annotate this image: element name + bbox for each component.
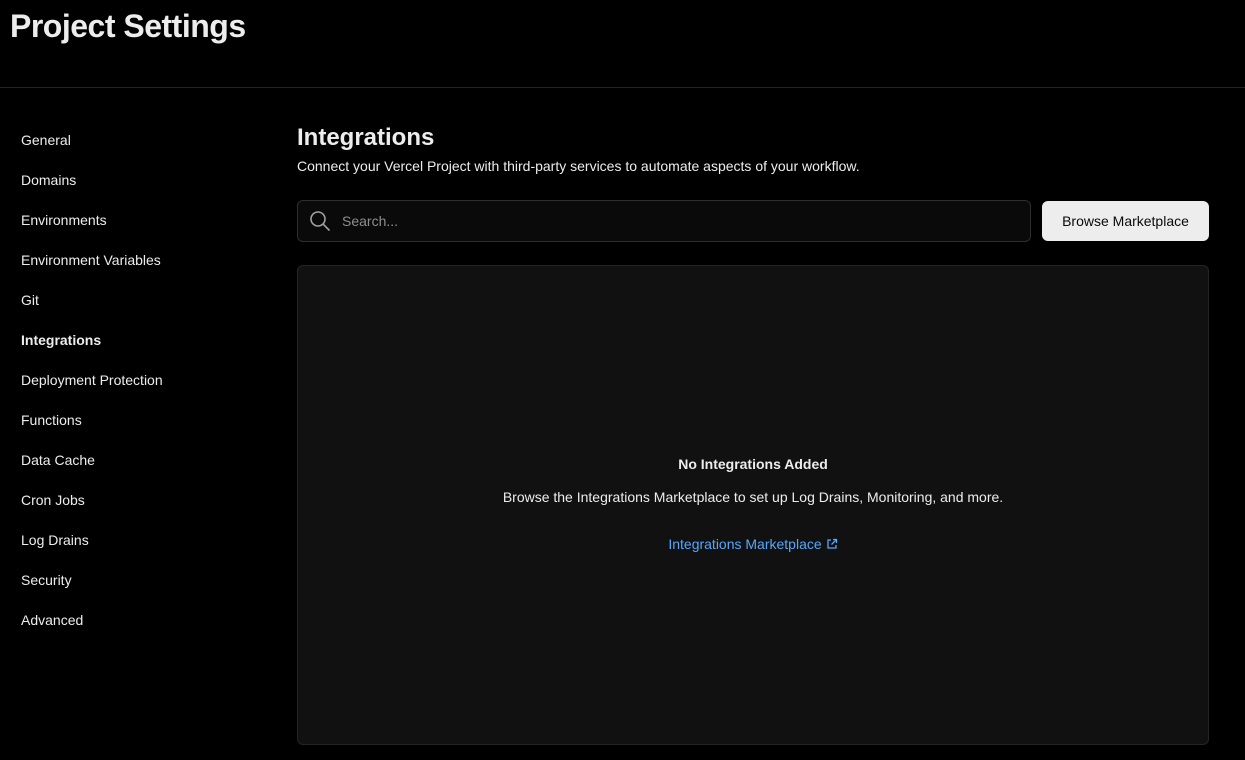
sidebar-item-domains[interactable]: Domains bbox=[21, 160, 76, 200]
sidebar-item-data-cache[interactable]: Data Cache bbox=[21, 440, 95, 480]
search-box[interactable] bbox=[297, 200, 1031, 242]
sidebar-item-security[interactable]: Security bbox=[21, 560, 72, 600]
page-header: Project Settings bbox=[0, 0, 1245, 88]
settings-page: Project Settings General Domains Environ… bbox=[0, 0, 1245, 760]
sidebar-item-cron-jobs[interactable]: Cron Jobs bbox=[21, 480, 85, 520]
search-icon bbox=[309, 210, 331, 232]
sidebar-item-environments[interactable]: Environments bbox=[21, 200, 107, 240]
section-description: Connect your Vercel Project with third-p… bbox=[297, 158, 860, 174]
browse-marketplace-button[interactable]: Browse Marketplace bbox=[1042, 201, 1209, 241]
integrations-marketplace-link[interactable]: Integrations Marketplace bbox=[298, 536, 1208, 552]
empty-state-title: No Integrations Added bbox=[678, 456, 828, 472]
search-input[interactable] bbox=[342, 201, 1022, 241]
sidebar-item-functions[interactable]: Functions bbox=[21, 400, 82, 440]
external-link-icon bbox=[826, 537, 838, 549]
empty-state-description: Browse the Integrations Marketplace to s… bbox=[502, 489, 1004, 505]
sidebar-item-integrations[interactable]: Integrations bbox=[21, 320, 101, 360]
empty-state-panel: No Integrations Added Browse the Integra… bbox=[297, 265, 1209, 745]
section-title: Integrations bbox=[297, 124, 435, 151]
sidebar-item-advanced[interactable]: Advanced bbox=[21, 600, 83, 640]
page-title: Project Settings bbox=[10, 8, 246, 44]
marketplace-link-label: Integrations Marketplace bbox=[668, 536, 822, 552]
sidebar-item-git[interactable]: Git bbox=[21, 280, 39, 320]
sidebar-item-general[interactable]: General bbox=[21, 120, 71, 160]
sidebar-item-deployment-protection[interactable]: Deployment Protection bbox=[21, 360, 163, 400]
sidebar-item-environment-variables[interactable]: Environment Variables bbox=[21, 240, 161, 280]
sidebar-item-log-drains[interactable]: Log Drains bbox=[21, 520, 89, 560]
